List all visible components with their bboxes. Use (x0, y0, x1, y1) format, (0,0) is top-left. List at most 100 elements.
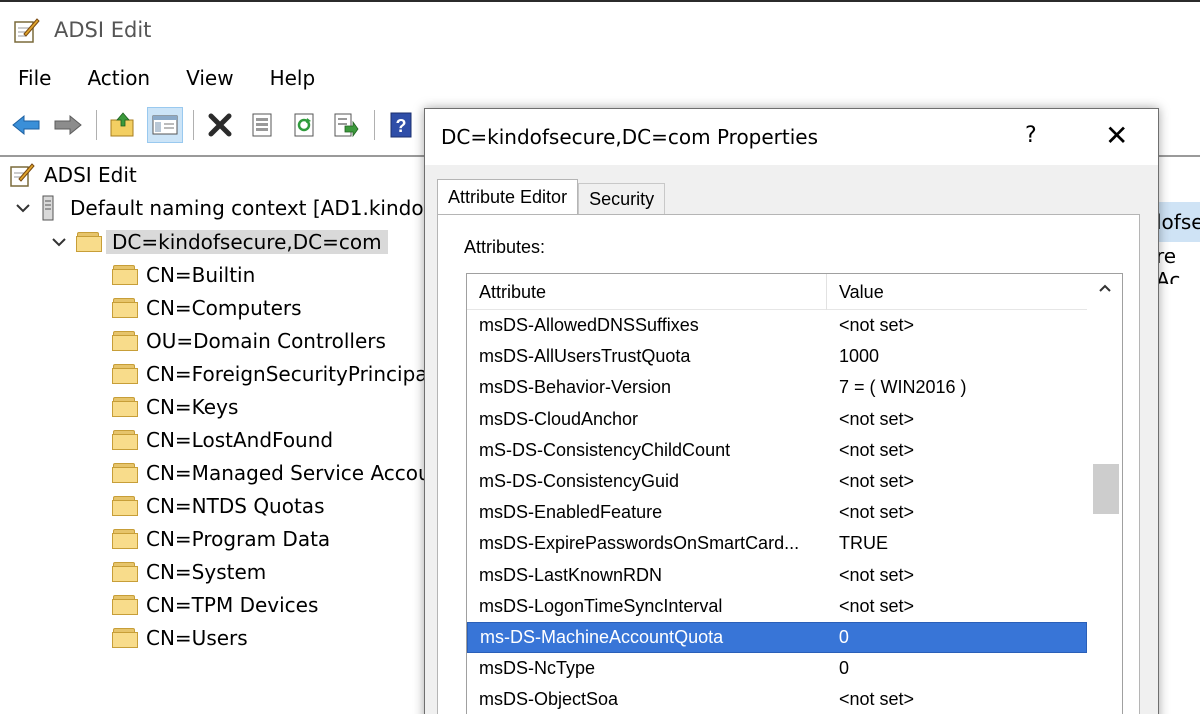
table-row[interactable]: msDS-ExpirePasswordsOnSmartCard... TRUE (467, 528, 1087, 559)
folder-icon (112, 331, 138, 351)
table-row[interactable]: mS-DS-ConsistencyGuid <not set> (467, 466, 1087, 497)
list-header: Attribute Value (467, 274, 1087, 310)
attribute-name-cell: mS-DS-ConsistencyChildCount (479, 439, 731, 460)
properties-icon[interactable] (244, 107, 280, 143)
tree-node-label: OU=Domain Controllers (146, 329, 386, 353)
toolbar-separator (193, 110, 194, 140)
table-row[interactable]: msDS-AllUsersTrustQuota 1000 (467, 341, 1087, 372)
folder-icon (112, 265, 138, 285)
tree-node-label: CN=ForeignSecurityPrincipa (146, 362, 428, 386)
attribute-value-cell: <not set> (839, 595, 915, 616)
table-row[interactable]: mS-DS-ConsistencyChildCount <not set> (467, 435, 1087, 466)
tree-node-label: CN=Users (146, 626, 248, 650)
delete-icon[interactable] (202, 107, 238, 143)
help-button[interactable]: ? (1025, 123, 1037, 148)
column-header-value[interactable]: Value (827, 274, 1087, 310)
chevron-down-icon[interactable] (12, 202, 34, 214)
dialog-title-bar: DC=kindofsecure,DC=com Properties ? ✕ (425, 109, 1158, 165)
tree-node[interactable]: CN=Program Data (112, 524, 330, 554)
table-row[interactable]: msDS-AllowedDNSSuffixes <not set> (467, 310, 1087, 341)
tree-node-domain[interactable]: DC=kindofsecure,DC=com (48, 227, 388, 257)
tree-node[interactable]: CN=System (112, 557, 266, 587)
table-row[interactable]: msDS-LastKnownRDN <not set> (467, 560, 1087, 591)
menu-bar: File Action View Help (0, 60, 333, 96)
adsi-edit-icon (12, 16, 40, 44)
attribute-value-cell: TRUE (839, 533, 888, 554)
tree-node[interactable]: CN=NTDS Quotas (112, 491, 325, 521)
table-row[interactable]: ms-DS-MachineAccountQuota 0 (467, 621, 1087, 654)
dialog-tabs: Attribute Editor Security (437, 179, 666, 215)
up-folder-icon[interactable] (105, 107, 141, 143)
tree-node[interactable]: CN=Managed Service Accou (112, 458, 430, 488)
tree-node-label: CN=LostAndFound (146, 428, 334, 452)
tree-node-naming-context[interactable]: Default naming context [AD1.kindo (12, 193, 424, 223)
folder-icon (112, 628, 138, 648)
forward-icon[interactable] (50, 107, 86, 143)
toolbar-separator (96, 110, 97, 140)
tree-node[interactable]: CN=Computers (112, 293, 302, 323)
tree-node-label: CN=Builtin (146, 263, 256, 287)
properties-dialog: DC=kindofsecure,DC=com Properties ? ✕ At… (424, 108, 1159, 714)
attributes-list[interactable]: Attribute Value msDS-AllowedDNSSuffixes <… (466, 273, 1123, 714)
attribute-editor-panel: Attributes: Attribute Value msDS-Allowed… (437, 214, 1140, 714)
show-hide-tree-icon[interactable] (147, 107, 183, 143)
tree-node[interactable]: CN=LostAndFound (112, 425, 333, 455)
tree-node[interactable]: CN=Users (112, 623, 248, 653)
folder-icon (112, 562, 138, 582)
menu-help[interactable]: Help (252, 66, 334, 90)
attribute-name-cell: msDS-AllowedDNSSuffixes (479, 315, 699, 336)
tree-root[interactable]: ADSI Edit (8, 160, 137, 190)
menu-file[interactable]: File (0, 66, 69, 90)
folder-icon (112, 463, 138, 483)
table-row[interactable]: msDS-ObjectSoa <not set> (467, 684, 1087, 714)
tree-node-label: DC=kindofsecure,DC=com (106, 230, 388, 254)
refresh-icon[interactable] (286, 107, 322, 143)
back-icon[interactable] (8, 107, 44, 143)
chevron-down-icon[interactable] (48, 236, 70, 248)
attribute-value-cell: 7 = ( WIN2016 ) (839, 377, 967, 398)
attributes-label: Attributes: (464, 237, 546, 257)
tree-node[interactable]: CN=Builtin (112, 260, 255, 290)
attribute-value-cell: <not set> (839, 689, 915, 710)
attribute-name-cell: ms-DS-MachineAccountQuota (480, 626, 724, 647)
export-list-icon[interactable] (328, 107, 364, 143)
tab-attribute-editor[interactable]: Attribute Editor (437, 179, 579, 215)
tree-node-label: CN=Keys (146, 395, 239, 419)
tree-pane: ADSI Edit Default naming context [AD1.ki… (0, 160, 430, 714)
tab-security[interactable]: Security (578, 183, 666, 215)
menu-action[interactable]: Action (69, 66, 168, 90)
column-header-attribute[interactable]: Attribute (467, 274, 827, 310)
help-icon[interactable]: ? (383, 107, 419, 143)
tree-node[interactable]: OU=Domain Controllers (112, 326, 386, 356)
tree-node-label: Default naming context [AD1.kindo (70, 196, 424, 220)
vertical-scrollbar[interactable] (1087, 274, 1122, 714)
tree-node[interactable]: CN=ForeignSecurityPrincipa (112, 359, 428, 389)
menu-view[interactable]: View (168, 66, 251, 90)
folder-icon (112, 496, 138, 516)
attribute-value-cell: <not set> (839, 315, 915, 336)
attribute-name-cell: msDS-NcType (479, 658, 596, 679)
close-button[interactable]: ✕ (1105, 119, 1128, 152)
tree-node[interactable]: CN=Keys (112, 392, 238, 422)
attribute-name-cell: msDS-CloudAnchor (479, 408, 639, 429)
table-row[interactable]: msDS-NcType 0 (467, 653, 1087, 684)
server-icon (40, 195, 56, 221)
table-row[interactable]: msDS-CloudAnchor <not set> (467, 404, 1087, 435)
tree-node[interactable]: CN=TPM Devices (112, 590, 318, 620)
window-title: ADSI Edit (54, 18, 152, 42)
folder-icon (112, 298, 138, 318)
attribute-value-cell: 0 (839, 658, 850, 679)
folder-icon (112, 397, 138, 417)
attribute-value-cell: <not set> (839, 502, 915, 523)
scrollbar-thumb[interactable] (1093, 464, 1119, 514)
table-row[interactable]: msDS-EnabledFeature <not set> (467, 497, 1087, 528)
attribute-name-cell: msDS-EnabledFeature (479, 502, 663, 523)
tree-node-label: CN=System (146, 560, 267, 584)
table-row[interactable]: msDS-LogonTimeSyncInterval <not set> (467, 591, 1087, 622)
table-row[interactable]: msDS-Behavior-Version 7 = ( WIN2016 ) (467, 372, 1087, 403)
scroll-up-icon[interactable] (1087, 274, 1122, 302)
tree-node-label: CN=Computers (146, 296, 302, 320)
title-bar: ADSI Edit (0, 4, 1200, 56)
attribute-name-cell: msDS-AllUsersTrustQuota (479, 346, 691, 367)
attribute-name-cell: msDS-ObjectSoa (479, 689, 619, 710)
